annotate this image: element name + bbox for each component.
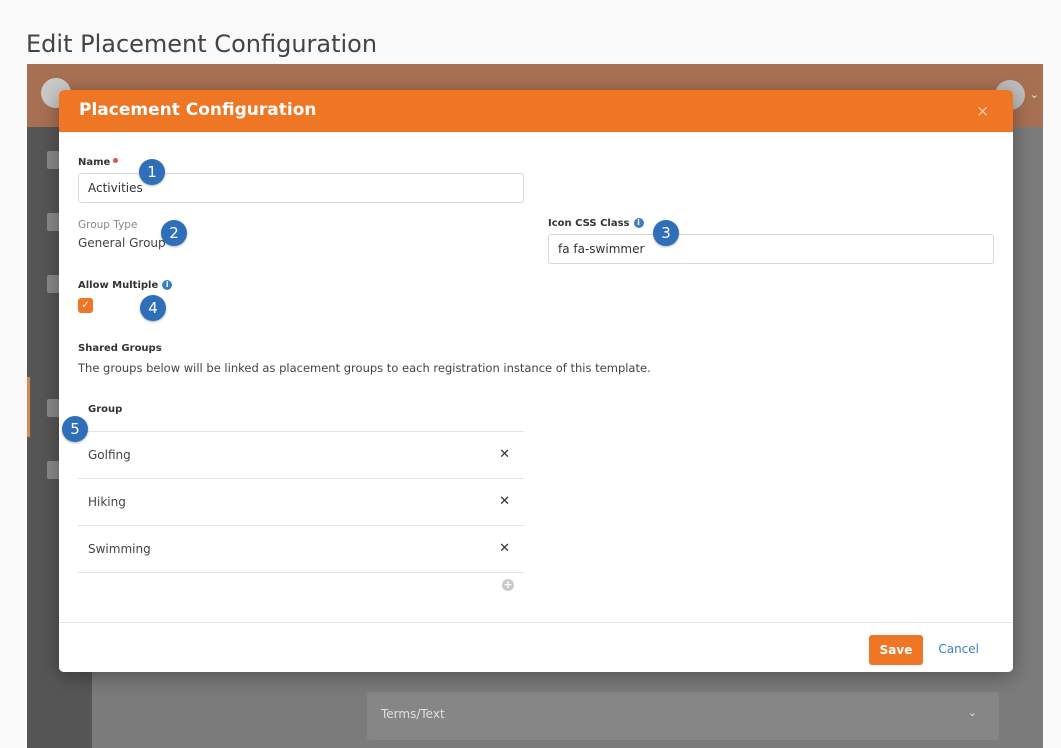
info-icon[interactable]: i	[162, 280, 173, 290]
cancel-link[interactable]: Cancel	[938, 642, 979, 656]
terms-text-panel: Terms/Text ⌄	[367, 692, 999, 740]
callout-badge: 1	[139, 159, 165, 185]
remove-icon[interactable]: ✕	[499, 447, 510, 462]
info-icon[interactable]: i	[633, 218, 644, 228]
add-icon[interactable]: +	[502, 579, 514, 591]
modal-footer: Save Cancel	[59, 622, 1013, 672]
shared-groups-table: Group Golfing ✕ Hiking ✕ Swimming ✕ +	[78, 400, 524, 597]
group-name: Golfing	[88, 448, 131, 462]
modal-header: Placement Configuration ×	[59, 90, 1013, 132]
group-name: Hiking	[88, 495, 126, 509]
modal-title: Placement Configuration	[79, 100, 317, 120]
save-button[interactable]: Save	[869, 635, 923, 665]
group-name: Swimming	[88, 542, 151, 556]
icon-css-class-label: Icon CSS Class i	[548, 218, 644, 229]
required-indicator	[113, 158, 119, 163]
placement-configuration-modal: Placement Configuration × Name Group Typ…	[59, 90, 1013, 672]
remove-icon[interactable]: ✕	[499, 541, 510, 556]
close-icon[interactable]: ×	[976, 102, 989, 120]
table-row: Golfing ✕	[78, 432, 524, 479]
page-title: Edit Placement Configuration	[26, 30, 378, 58]
callout-badge: 3	[653, 220, 679, 246]
allow-multiple-label: Allow Multiple i	[78, 280, 173, 291]
shared-groups-help: The groups below will be linked as place…	[78, 361, 651, 375]
remove-icon[interactable]: ✕	[499, 494, 510, 509]
allow-multiple-checkbox[interactable]: ✓	[78, 298, 93, 313]
group-type-label: Group Type	[78, 219, 138, 231]
table-row: Hiking ✕	[78, 479, 524, 526]
sidebar-active-indicator	[27, 377, 30, 437]
icon-css-class-input[interactable]	[548, 234, 994, 264]
callout-badge: 5	[62, 416, 88, 442]
callout-badge: 4	[140, 295, 166, 321]
terms-label: Terms/Text	[381, 707, 445, 721]
table-footer: +	[78, 573, 524, 597]
group-type-value: General Group	[78, 236, 166, 250]
name-label: Name	[78, 157, 119, 168]
group-column-header: Group	[78, 400, 524, 432]
shared-groups-label: Shared Groups	[78, 343, 162, 354]
callout-badge: 2	[161, 220, 187, 246]
table-row: Swimming ✕	[78, 526, 524, 573]
chevron-down-icon: ⌄	[967, 706, 977, 719]
chevron-down-icon: ⌄	[1029, 88, 1039, 101]
